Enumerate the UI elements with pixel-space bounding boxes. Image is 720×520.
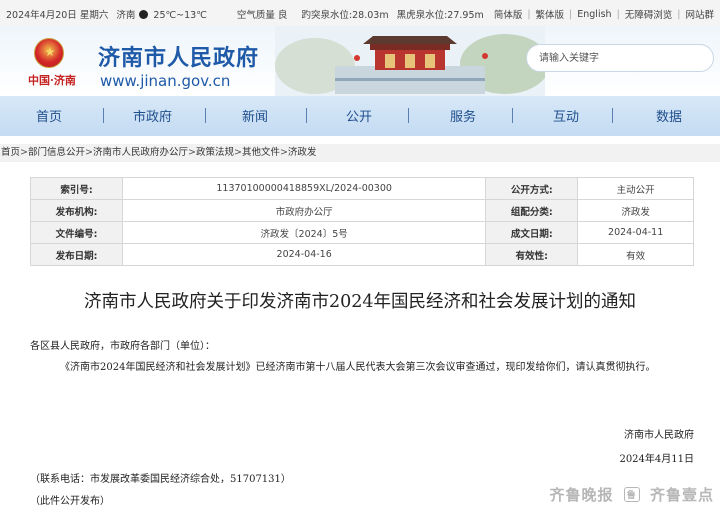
search-box[interactable] bbox=[526, 44, 714, 72]
site-header: 中国·济南 济南市人民政府 www.jinan.gov.cn bbox=[0, 26, 720, 96]
divider: | bbox=[677, 8, 681, 20]
link-accessibility[interactable]: 无障碍浏览 bbox=[625, 7, 673, 21]
nav-item-data[interactable]: 数据 bbox=[656, 106, 682, 125]
document-metadata-table: 索引号: 11370100000418859XL/2024-00300 公开方式… bbox=[30, 177, 694, 266]
meta-key: 文件编号: bbox=[30, 221, 123, 244]
national-emblem-icon bbox=[34, 38, 64, 68]
link-traditional[interactable]: 繁体版 bbox=[536, 7, 565, 21]
weather-info: 济南 25℃~13℃ bbox=[116, 7, 207, 21]
nav-item-interaction[interactable]: 互动 bbox=[553, 106, 579, 125]
document-salutation: 各区县人民政府，市政府各部门（单位）： bbox=[30, 341, 215, 352]
baotu-spring-level: 趵突泉水位:28.03m bbox=[301, 10, 389, 21]
nav-divider bbox=[205, 108, 206, 123]
document-title: 济南市人民政府关于印发济南市2024年国民经济和社会发展计划的通知 bbox=[83, 292, 637, 312]
header-scenery-image bbox=[275, 26, 545, 96]
breadcrumb-item-current[interactable]: 济政发 bbox=[288, 147, 317, 158]
nav-item-service[interactable]: 服务 bbox=[450, 106, 476, 125]
breadcrumb-item-department[interactable]: 部门信息公开 bbox=[28, 147, 85, 158]
meta-key: 有效性: bbox=[485, 243, 579, 266]
meta-value-validity: 有效 bbox=[577, 243, 694, 266]
link-simplified[interactable]: 简体版 bbox=[494, 7, 523, 21]
watermark-badge: 鲁 bbox=[623, 487, 640, 502]
search-input[interactable] bbox=[539, 45, 689, 71]
meta-value-index-number: 11370100000418859XL/2024-00300 bbox=[121, 177, 487, 200]
breadcrumb-item-policy[interactable]: 政策法规 bbox=[196, 147, 234, 158]
black-tiger-spring-level: 黑虎泉水位:27.95m bbox=[396, 10, 484, 21]
breadcrumb-item-office[interactable]: 济南市人民政府办公厅 bbox=[93, 147, 188, 158]
meta-key: 成文日期: bbox=[485, 221, 579, 244]
meta-value-written-date: 2024-04-11 bbox=[577, 221, 694, 244]
watermark-right: 齐鲁壹点 bbox=[649, 486, 714, 504]
site-title[interactable]: 济南市人民政府 bbox=[98, 40, 259, 72]
nav-divider bbox=[306, 108, 307, 123]
meta-value-category: 济政发 bbox=[577, 199, 694, 222]
weather-city: 济南 bbox=[116, 10, 136, 21]
meta-value-issuer: 市政府办公厅 bbox=[121, 199, 487, 222]
breadcrumb: 首页>部门信息公开>济南市人民政府办公厅>政策法规>其他文件>济政发 bbox=[0, 144, 720, 162]
nav-divider bbox=[408, 108, 409, 123]
document-date: 2024年4月11日 bbox=[619, 454, 694, 465]
divider: | bbox=[616, 8, 620, 20]
divider: | bbox=[527, 8, 531, 20]
watermark-left: 齐鲁晚报 bbox=[549, 486, 614, 504]
nav-item-news[interactable]: 新闻 bbox=[242, 106, 268, 125]
table-row: 索引号: 11370100000418859XL/2024-00300 公开方式… bbox=[30, 177, 694, 200]
jinan-brand-logo: 中国·济南 bbox=[28, 74, 76, 87]
meta-value-disclosure-method: 主动公开 bbox=[577, 177, 694, 200]
breadcrumb-item-home[interactable]: 首页 bbox=[1, 147, 20, 158]
meta-key: 发布机构: bbox=[30, 199, 123, 222]
table-row: 文件编号: 济政发〔2024〕5号 成文日期: 2024-04-11 bbox=[30, 221, 694, 244]
meta-key: 发布日期: bbox=[30, 243, 123, 266]
link-english[interactable]: English bbox=[577, 9, 611, 20]
moon-icon bbox=[139, 10, 149, 19]
nav-item-public[interactable]: 公开 bbox=[346, 106, 372, 125]
meta-key: 索引号: bbox=[30, 177, 123, 200]
top-info-bar: 2024年4月20日 星期六 济南 25℃~13℃ 空气质量 良 趵突泉水位:2… bbox=[0, 0, 720, 26]
meta-value-file-number: 济政发〔2024〕5号 bbox=[121, 221, 487, 244]
site-url: www.jinan.gov.cn bbox=[100, 72, 231, 90]
document-paragraph: 《济南市2024年国民经济和社会发展计划》已经济南市第十八届人民代表大会第三次会… bbox=[60, 362, 656, 373]
media-watermark: 齐鲁晚报 鲁 齐鲁壹点 bbox=[549, 484, 714, 505]
divider: | bbox=[569, 8, 573, 20]
table-row: 发布日期: 2024-04-16 有效性: 有效 bbox=[30, 243, 694, 266]
nav-item-home[interactable]: 首页 bbox=[36, 106, 62, 125]
main-navigation: 首页 市政府 新闻 公开 服务 互动 数据 bbox=[0, 96, 720, 136]
nav-divider bbox=[512, 108, 513, 123]
air-quality: 空气质量 良 bbox=[236, 10, 288, 21]
nav-item-government[interactable]: 市政府 bbox=[133, 106, 172, 125]
table-row: 发布机构: 市政府办公厅 组配分类: 济政发 bbox=[30, 199, 694, 222]
nav-divider bbox=[103, 108, 104, 123]
meta-value-publish-date: 2024-04-16 bbox=[121, 243, 487, 266]
nav-divider bbox=[612, 108, 613, 123]
link-site-group[interactable]: 网站群 bbox=[685, 7, 714, 21]
breadcrumb-item-other-files[interactable]: 其他文件 bbox=[242, 147, 280, 158]
current-date: 2024年4月20日 星期六 bbox=[6, 10, 109, 21]
document-signer: 济南市人民政府 bbox=[624, 430, 694, 441]
weather-temperature: 25℃~13℃ bbox=[153, 10, 207, 21]
meta-key: 组配分类: bbox=[485, 199, 579, 222]
meta-key: 公开方式: bbox=[485, 177, 579, 200]
